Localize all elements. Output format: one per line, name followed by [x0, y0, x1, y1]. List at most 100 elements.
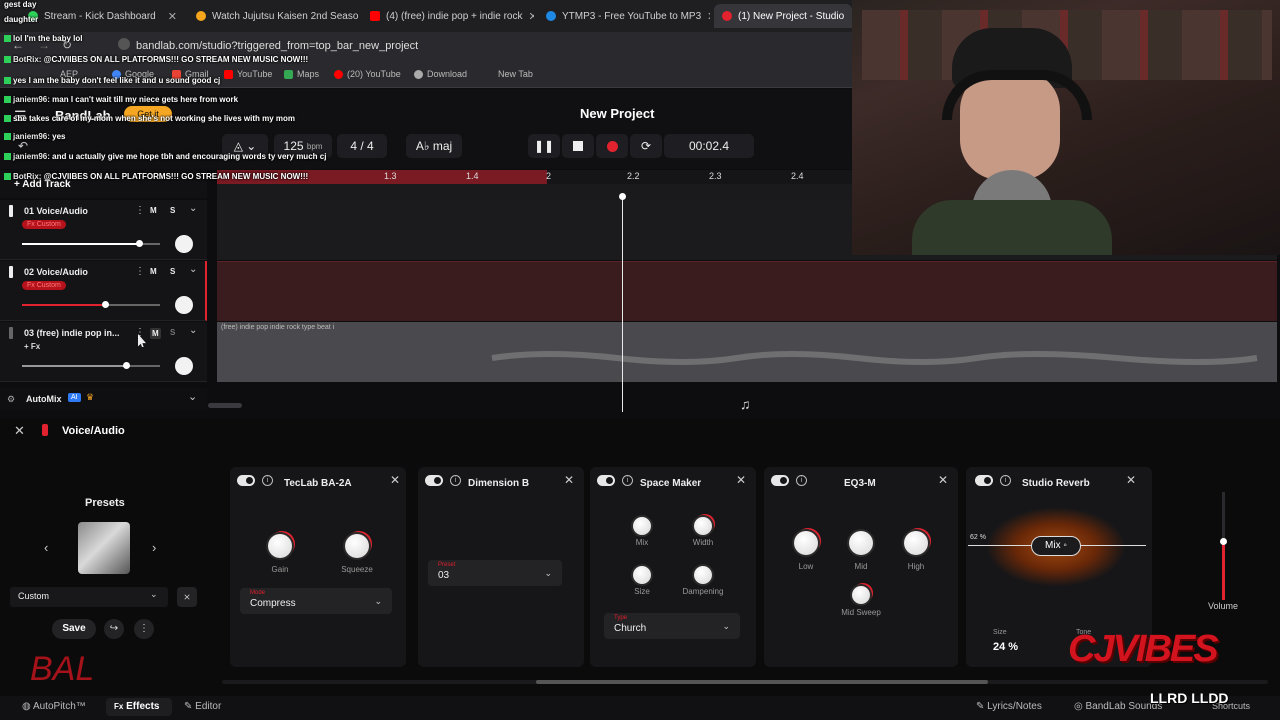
mode-select[interactable]: Mode Compress ⌄: [240, 588, 392, 614]
track-name[interactable]: 01 Voice/Audio: [24, 206, 88, 216]
reset-fx-button[interactable]: ⨯: [177, 587, 197, 607]
site-info-icon[interactable]: [118, 38, 130, 50]
save-button[interactable]: Save: [52, 619, 96, 639]
more-icon[interactable]: ⋮: [134, 619, 154, 639]
more-icon[interactable]: ⋮: [135, 266, 145, 277]
slider-thumb[interactable]: [136, 240, 143, 247]
chevron-right-icon[interactable]: ›: [152, 540, 156, 555]
more-icon[interactable]: ⋮: [135, 205, 145, 216]
chevron-down-icon[interactable]: ⌄: [189, 264, 197, 275]
horizontal-scrollbar[interactable]: [208, 403, 242, 408]
pan-knob[interactable]: [175, 235, 193, 253]
fx-tag[interactable]: Fx Custom: [22, 281, 66, 290]
effects-tab[interactable]: Fx Effects: [114, 701, 159, 712]
lyrics-notes-button[interactable]: ✎ Lyrics/Notes: [976, 701, 1042, 712]
track-name[interactable]: 02 Voice/Audio: [24, 267, 88, 277]
slider-thumb[interactable]: [102, 301, 109, 308]
info-icon[interactable]: i: [1000, 475, 1011, 486]
solo-button[interactable]: S: [170, 206, 175, 215]
mid-sweep-knob[interactable]: [852, 586, 870, 604]
close-icon[interactable]: ✕: [736, 473, 746, 487]
loop-button[interactable]: ⟳: [630, 134, 662, 158]
track-lane-2[interactable]: [217, 261, 1277, 321]
width-knob[interactable]: [694, 517, 712, 535]
fx-scroll-thumb[interactable]: [536, 680, 988, 684]
mid-knob[interactable]: [849, 531, 873, 555]
gain-knob[interactable]: [268, 534, 292, 558]
bookmark-new-tab[interactable]: New Tab: [498, 69, 533, 79]
playhead-handle[interactable]: [619, 193, 626, 200]
fx-tag[interactable]: Fx Custom: [22, 220, 66, 229]
size-value[interactable]: 24 %: [993, 641, 1018, 653]
fx-toggle[interactable]: [237, 475, 255, 486]
close-icon[interactable]: ✕: [14, 423, 25, 439]
info-icon[interactable]: i: [262, 475, 273, 486]
info-icon[interactable]: i: [450, 475, 461, 486]
pan-knob[interactable]: [175, 296, 193, 314]
record-button[interactable]: [596, 134, 628, 158]
bookmark-youtube[interactable]: YouTube: [224, 69, 272, 79]
pause-button[interactable]: ❚❚: [528, 134, 560, 158]
playhead[interactable]: [622, 196, 623, 412]
chevron-left-icon[interactable]: ‹: [44, 540, 48, 555]
bookmark-youtube-20[interactable]: (20) YouTube: [334, 69, 401, 79]
squeeze-knob[interactable]: [345, 534, 369, 558]
tab-youtube[interactable]: (4) (free) indie pop + indie rock ✕: [362, 4, 534, 28]
chevron-down-icon[interactable]: ⌄: [189, 203, 197, 214]
size-knob[interactable]: [633, 566, 651, 584]
time-signature[interactable]: 4 / 4: [337, 134, 387, 158]
chevron-down-icon[interactable]: ⌄: [188, 390, 197, 403]
bookmark-download[interactable]: Download: [414, 69, 467, 79]
tab-jujutsu[interactable]: Watch Jujutsu Kaisen 2nd Seaso✕: [188, 4, 358, 28]
slider-thumb[interactable]: [123, 362, 130, 369]
mute-button[interactable]: M: [150, 206, 157, 215]
tab-ytmp3[interactable]: YTMP3 - Free YouTube to MP3✕: [538, 4, 710, 28]
mute-button[interactable]: M: [150, 267, 157, 276]
high-knob[interactable]: [904, 531, 928, 555]
add-audio-icon[interactable]: ♫: [740, 396, 751, 412]
tab-bandlab-studio[interactable]: (1) New Project - Studio: [714, 4, 852, 28]
low-knob[interactable]: [794, 531, 818, 555]
master-volume-thumb[interactable]: [1220, 538, 1227, 545]
url-field[interactable]: bandlab.com/studio?triggered_from=top_ba…: [136, 40, 418, 52]
mute-button[interactable]: M: [150, 328, 161, 339]
info-icon[interactable]: i: [622, 475, 633, 486]
solo-button[interactable]: S: [170, 328, 175, 337]
key-field[interactable]: A♭ maj: [406, 134, 462, 158]
fx-toggle[interactable]: [975, 475, 993, 486]
add-fx-button[interactable]: + Fx: [24, 342, 40, 351]
close-icon[interactable]: ✕: [390, 473, 400, 487]
editor-tab[interactable]: ✎ Editor: [184, 701, 221, 712]
preset-artwork[interactable]: [78, 522, 130, 574]
stop-button[interactable]: [562, 134, 594, 158]
close-icon[interactable]: ✕: [1126, 473, 1136, 487]
undo-icon[interactable]: ↶: [18, 139, 28, 153]
close-icon[interactable]: ✕: [938, 473, 948, 487]
track-name[interactable]: 03 (free) indie pop in...: [24, 328, 120, 338]
solo-button[interactable]: S: [170, 267, 175, 276]
fx-toggle[interactable]: [425, 475, 443, 486]
close-icon[interactable]: ✕: [564, 473, 574, 487]
mix-handle[interactable]: Mix ◦: [1031, 536, 1081, 556]
close-icon[interactable]: ✕: [528, 10, 534, 23]
chevron-down-icon[interactable]: ⌄: [189, 325, 197, 336]
dampening-knob[interactable]: [694, 566, 712, 584]
info-icon[interactable]: i: [796, 475, 807, 486]
close-icon[interactable]: ✕: [707, 10, 710, 23]
fx-toggle[interactable]: [771, 475, 789, 486]
volume-slider[interactable]: [22, 362, 160, 369]
bookmark-maps[interactable]: Maps: [284, 69, 319, 79]
close-icon[interactable]: ✕: [168, 10, 177, 23]
volume-slider[interactable]: [22, 301, 160, 308]
autopitch-tab[interactable]: ◍ AutoPitch™: [22, 701, 86, 712]
project-title[interactable]: New Project: [580, 106, 654, 121]
type-select[interactable]: Type Church ⌄: [604, 613, 740, 639]
fx-toggle[interactable]: [597, 475, 615, 486]
mix-knob[interactable]: [633, 517, 651, 535]
preset-select[interactable]: Preset 03 ⌄: [428, 560, 562, 586]
automix-label[interactable]: AutoMix: [26, 394, 62, 404]
tab-kick-dashboard[interactable]: Stream - Kick Dashboard ✕: [20, 4, 185, 28]
volume-slider[interactable]: [22, 240, 160, 247]
share-icon[interactable]: ↪: [104, 619, 124, 639]
pan-knob[interactable]: [175, 357, 193, 375]
